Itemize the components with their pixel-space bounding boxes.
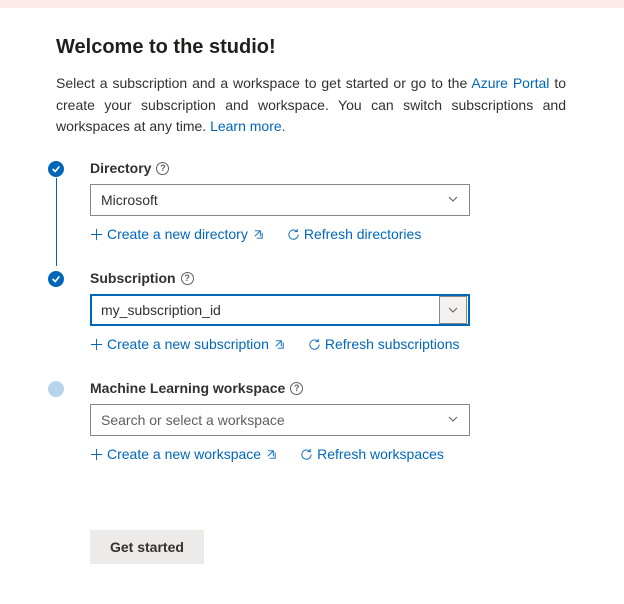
page-title: Welcome to the studio! bbox=[56, 36, 596, 59]
refresh-directories-text: Refresh directories bbox=[304, 226, 422, 242]
steps-container: Directory ? Microsoft Create a new direc… bbox=[56, 160, 596, 462]
create-subscription-link[interactable]: Create a new subscription bbox=[90, 336, 286, 352]
step-workspace: Machine Learning workspace ? Search or s… bbox=[56, 380, 596, 462]
get-started-button[interactable]: Get started bbox=[90, 530, 204, 564]
learn-more-link[interactable]: Learn more. bbox=[210, 118, 285, 134]
external-link-icon bbox=[273, 338, 286, 351]
help-icon[interactable]: ? bbox=[290, 382, 303, 395]
plus-icon bbox=[90, 448, 103, 461]
subscription-dropdown[interactable]: my_subscription_id bbox=[90, 294, 470, 326]
refresh-workspaces-text: Refresh workspaces bbox=[317, 446, 444, 462]
create-workspace-text: Create a new workspace bbox=[107, 446, 261, 462]
directory-dropdown[interactable]: Microsoft bbox=[90, 184, 470, 216]
pending-step-icon bbox=[48, 381, 64, 397]
workspace-label: Machine Learning workspace bbox=[90, 380, 285, 396]
directory-value: Microsoft bbox=[101, 192, 158, 208]
external-link-icon bbox=[265, 448, 278, 461]
intro-part1: Select a subscription and a workspace to… bbox=[56, 75, 471, 91]
step-subscription: Subscription ? my_subscription_id Create… bbox=[56, 270, 596, 352]
create-directory-text: Create a new directory bbox=[107, 226, 248, 242]
chevron-down-icon bbox=[447, 412, 459, 428]
azure-portal-link[interactable]: Azure Portal bbox=[471, 75, 549, 91]
refresh-icon bbox=[308, 338, 321, 351]
workspace-dropdown[interactable]: Search or select a workspace bbox=[90, 404, 470, 436]
plus-icon bbox=[90, 338, 103, 351]
external-link-icon bbox=[252, 228, 265, 241]
workspace-actions: Create a new workspace Refresh workspace… bbox=[90, 446, 596, 462]
chevron-down-icon bbox=[447, 192, 459, 208]
create-directory-link[interactable]: Create a new directory bbox=[90, 226, 265, 242]
dialog-content: Welcome to the studio! Select a subscrip… bbox=[0, 8, 624, 604]
subscription-value: my_subscription_id bbox=[101, 302, 221, 318]
chevron-down-icon bbox=[439, 296, 467, 324]
directory-label-row: Directory ? bbox=[90, 160, 169, 176]
refresh-icon bbox=[300, 448, 313, 461]
create-workspace-link[interactable]: Create a new workspace bbox=[90, 446, 278, 462]
refresh-icon bbox=[287, 228, 300, 241]
refresh-subscriptions-link[interactable]: Refresh subscriptions bbox=[308, 336, 460, 352]
refresh-workspaces-link[interactable]: Refresh workspaces bbox=[300, 446, 444, 462]
top-accent-band bbox=[0, 0, 624, 8]
step-directory: Directory ? Microsoft Create a new direc… bbox=[56, 160, 596, 242]
check-icon bbox=[48, 271, 64, 287]
help-icon[interactable]: ? bbox=[156, 162, 169, 175]
intro-text: Select a subscription and a workspace to… bbox=[56, 73, 566, 138]
directory-label: Directory bbox=[90, 160, 151, 176]
workspace-label-row: Machine Learning workspace ? bbox=[90, 380, 303, 396]
subscription-label-row: Subscription ? bbox=[90, 270, 194, 286]
subscription-actions: Create a new subscription Refresh subscr… bbox=[90, 336, 596, 352]
refresh-directories-link[interactable]: Refresh directories bbox=[287, 226, 422, 242]
directory-actions: Create a new directory Refresh directori… bbox=[90, 226, 596, 242]
help-icon[interactable]: ? bbox=[181, 272, 194, 285]
plus-icon bbox=[90, 228, 103, 241]
create-subscription-text: Create a new subscription bbox=[107, 336, 269, 352]
workspace-placeholder: Search or select a workspace bbox=[101, 412, 285, 428]
step-connector bbox=[56, 178, 58, 266]
check-icon bbox=[48, 161, 64, 177]
refresh-subscriptions-text: Refresh subscriptions bbox=[325, 336, 460, 352]
subscription-label: Subscription bbox=[90, 270, 176, 286]
